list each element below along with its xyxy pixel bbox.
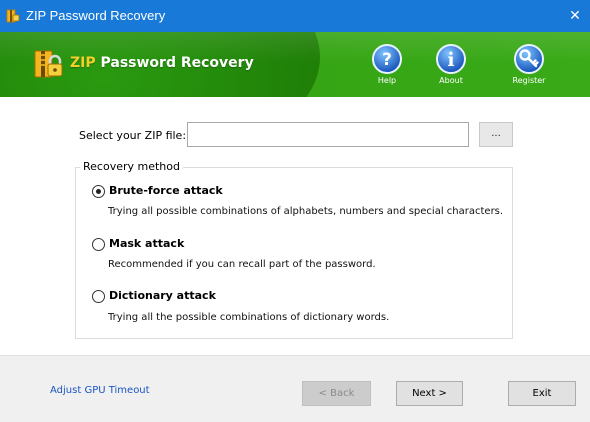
brute-force-radio[interactable] [92,185,105,198]
brand-rest: Password Recovery [95,55,254,71]
help-label: Help [377,76,397,85]
dictionary-attack-label[interactable]: Dictionary attack [109,289,216,303]
zip-archive-icon [34,50,63,78]
app-icon [6,9,20,23]
svg-text:i: i [447,49,454,71]
register-button[interactable]: Register [505,43,553,93]
help-button[interactable]: ? Help [363,43,411,93]
exit-button[interactable]: Exit [508,381,576,406]
mask-attack-label[interactable]: Mask attack [109,237,184,251]
dictionary-attack-description: Trying all the possible combinations of … [108,312,390,323]
brute-force-description: Trying all possible combinations of alph… [108,206,504,217]
back-button[interactable]: < Back [302,381,371,406]
info-icon: i [436,44,466,74]
question-icon: ? [372,44,402,74]
svg-text:?: ? [382,50,392,70]
dictionary-attack-radio[interactable] [92,290,105,303]
brand-accent: ZIP [70,55,96,71]
adjust-gpu-timeout-link[interactable]: Adjust GPU Timeout [50,384,150,397]
mask-attack-radio[interactable] [92,238,105,251]
browse-button[interactable]: ... [479,122,513,147]
register-label: Register [512,76,546,85]
window-title: ZIP Password Recovery [26,8,166,23]
next-button[interactable]: Next > [396,381,463,406]
close-button[interactable]: ✕ [560,0,590,32]
app-banner: ZIP Password Recovery ? Help i About Reg… [0,32,590,97]
recovery-method-title: Recovery method [80,160,183,173]
brand-title: ZIP Password Recovery [70,55,254,71]
about-label: About [439,76,463,85]
brute-force-label[interactable]: Brute-force attack [109,184,223,198]
title-bar: ZIP Password Recovery ✕ [0,0,590,32]
zip-file-input[interactable] [187,122,469,147]
zip-file-label: Select your ZIP file: [79,129,187,142]
about-button[interactable]: i About [427,43,475,93]
mask-attack-description: Recommended if you can recall part of th… [108,259,376,270]
key-icon [514,44,544,74]
